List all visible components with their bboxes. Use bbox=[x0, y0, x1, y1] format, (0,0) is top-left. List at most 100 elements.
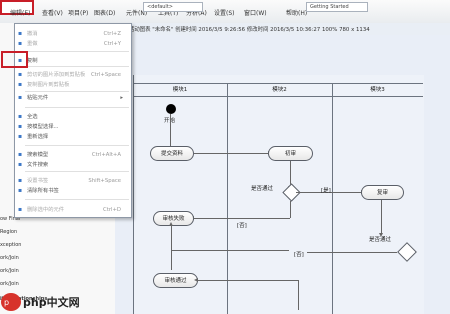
lane-divider bbox=[332, 83, 333, 314]
tree-item[interactable]: ork/Join bbox=[0, 255, 19, 261]
paste-icon: ▪ bbox=[18, 94, 23, 101]
edge bbox=[194, 151, 272, 155]
redo-icon: ▪ bbox=[18, 40, 23, 47]
menu-diagram[interactable]: 图表(D) bbox=[94, 8, 115, 17]
file-search-icon: ▪ bbox=[18, 161, 23, 168]
edge bbox=[379, 200, 383, 237]
menu-item-undo[interactable]: ▪ 撤消 Ctrl+Z bbox=[15, 29, 129, 39]
menu-item-label: 清除所有书签 bbox=[27, 188, 59, 194]
copy-highlight bbox=[1, 51, 28, 68]
cut-icon: ▪ bbox=[18, 71, 23, 78]
node-review-failed[interactable]: 审核失败 bbox=[153, 211, 194, 226]
menu-item-label: 复制 bbox=[27, 58, 38, 64]
menu-window[interactable]: 窗口(W) bbox=[244, 8, 267, 17]
menu-item-label: 全选 bbox=[27, 114, 38, 120]
menu-bar: 编辑(E) 查看(V) 项目(P) 图表(D) 元件(N) 工具(T) 分析(A… bbox=[0, 0, 450, 24]
watermark-text: php中文网 bbox=[23, 295, 80, 309]
edge-label-yes: [是] bbox=[321, 188, 331, 194]
tree-item[interactable]: Region bbox=[0, 229, 17, 235]
node-second-review[interactable]: 复审 bbox=[361, 185, 404, 200]
diagram-tab-title: 活动图表 "未命名" 创建时间 2016/3/5 9:26:56 修改时间 20… bbox=[129, 27, 370, 33]
menu-item-search[interactable]: ▪ 搜索模型 Ctrl+Alt+A bbox=[15, 150, 129, 160]
edge bbox=[307, 252, 397, 253]
menu-item-label: 按模型选择... bbox=[27, 124, 59, 130]
node-submit[interactable]: 提交资料 bbox=[150, 146, 194, 161]
edit-dropdown-menu: ▪ 撤消 Ctrl+Z ▪ 重做 Ctrl+Y ▪ 复制 ▪ 剪切的图片添加到剪贴板 Ctrl+Sp… bbox=[14, 23, 132, 218]
menu-item-copy[interactable]: ▪ 复制 bbox=[15, 56, 129, 66]
menu-help[interactable]: 帮助(H) bbox=[286, 8, 307, 17]
menu-item-label: 搜索模型 bbox=[27, 152, 49, 158]
diagram-canvas[interactable]: 模块1 模块2 模块3 开始 提交资料 初审 是否通过 [否] 审核失败 [是]… bbox=[115, 35, 450, 314]
menu-item-shortcut: Shift+Space bbox=[88, 178, 121, 184]
menu-separator bbox=[25, 145, 129, 146]
menu-separator bbox=[25, 199, 129, 200]
menu-item-redo[interactable]: ▪ 重做 Ctrl+Y bbox=[15, 39, 129, 49]
menu-item-label: 复制图片到剪贴板 bbox=[27, 82, 70, 88]
edge bbox=[194, 278, 298, 282]
menu-item-cut[interactable]: ▪ 剪切的图片添加到剪贴板 Ctrl+Space bbox=[15, 70, 129, 80]
menu-item-paste[interactable]: ▪ 粘贴元件 ▸ bbox=[15, 93, 129, 103]
getting-started-box[interactable]: Getting Started bbox=[306, 2, 368, 12]
edge bbox=[168, 114, 172, 150]
lane-header-1: 模块1 bbox=[133, 83, 227, 97]
node-first-review[interactable]: 初审 bbox=[268, 146, 313, 161]
submenu-arrow-icon: ▸ bbox=[120, 95, 123, 101]
menu-item-label: 文件搜索 bbox=[27, 162, 49, 168]
edge-label-no: [否] bbox=[237, 223, 247, 229]
tree-item[interactable]: xception bbox=[0, 242, 21, 248]
bookmark-icon: ▪ bbox=[18, 177, 23, 184]
edge bbox=[298, 280, 299, 310]
menu-item-shortcut: Ctrl+Space bbox=[90, 72, 121, 78]
menu-separator bbox=[25, 107, 129, 108]
node-review-passed[interactable]: 审核通过 bbox=[153, 273, 198, 288]
menu-separator bbox=[25, 171, 129, 172]
clear-bookmark-icon: ▪ bbox=[18, 187, 23, 194]
tree-item[interactable]: ork/Join bbox=[0, 281, 19, 287]
decision-label: 是否通过 bbox=[251, 186, 274, 192]
menu-item-model[interactable]: ▪ 按模型选择... bbox=[15, 122, 129, 132]
edge bbox=[290, 201, 291, 218]
menu-item-reselect[interactable]: ▪ 重新选择 bbox=[15, 132, 129, 142]
model-icon: ▪ bbox=[18, 123, 23, 130]
menu-item-label: 重做 bbox=[27, 41, 38, 47]
menu-item-label: 剪切的图片添加到剪贴板 bbox=[27, 72, 86, 78]
search-icon: ▪ bbox=[18, 151, 23, 158]
edge bbox=[190, 216, 290, 220]
edge bbox=[171, 250, 172, 270]
select-all-icon: ▪ bbox=[18, 113, 23, 120]
menu-item-clear-bookmark[interactable]: ▪ 清除所有书签 bbox=[15, 186, 129, 196]
reselect-icon: ▪ bbox=[18, 133, 23, 140]
lane-header-2: 模块2 bbox=[227, 83, 332, 97]
menu-item-label: 重新选择 bbox=[27, 134, 49, 140]
menu-item-label: 粘贴元件 bbox=[27, 95, 49, 101]
menu-project[interactable]: 项目(P) bbox=[68, 8, 88, 17]
start-node[interactable] bbox=[166, 104, 176, 114]
menu-separator bbox=[25, 66, 129, 67]
menu-separator bbox=[25, 91, 129, 92]
menu-item-shortcut: Ctrl+D bbox=[103, 207, 121, 213]
tree-item[interactable]: ork/Join bbox=[0, 268, 19, 274]
menu-item-shortcut: Ctrl+Z bbox=[103, 31, 122, 37]
lane-header-3: 模块3 bbox=[332, 83, 423, 97]
image-icon: ▪ bbox=[18, 81, 23, 88]
menu-item-label: 设置书签 bbox=[27, 178, 49, 184]
edge bbox=[171, 250, 289, 251]
edge-label-no-2: [否] bbox=[294, 252, 304, 258]
menu-item-image[interactable]: ▪ 复制图片到剪贴板 bbox=[15, 80, 129, 90]
menu-item-label: 撤消 bbox=[27, 31, 38, 37]
menu-edit[interactable]: 编辑(E) bbox=[10, 8, 30, 17]
perspective-dropdown[interactable]: <default> bbox=[143, 2, 203, 12]
logo-letter: p bbox=[4, 298, 9, 307]
menu-item-shortcut: Ctrl+Alt+A bbox=[91, 152, 121, 158]
menu-item-file-search[interactable]: ▪ 文件搜索 bbox=[15, 160, 129, 170]
menu-view[interactable]: 查看(V) bbox=[42, 8, 63, 17]
menu-item-delete[interactable]: ▪ 删除选中的元件 Ctrl+D bbox=[15, 205, 129, 215]
menu-settings[interactable]: 设置(S) bbox=[214, 8, 235, 17]
menu-item-label: 删除选中的元件 bbox=[27, 207, 65, 213]
delete-icon: ▪ bbox=[18, 206, 23, 213]
undo-icon: ▪ bbox=[18, 30, 23, 37]
decision-label-2: 是否通过 bbox=[369, 237, 392, 243]
menu-item-bookmark[interactable]: ▪ 设置书签 Shift+Space bbox=[15, 176, 129, 186]
menu-item-select-all[interactable]: ▪ 全选 bbox=[15, 112, 129, 122]
menu-item-shortcut: Ctrl+Y bbox=[103, 41, 121, 47]
